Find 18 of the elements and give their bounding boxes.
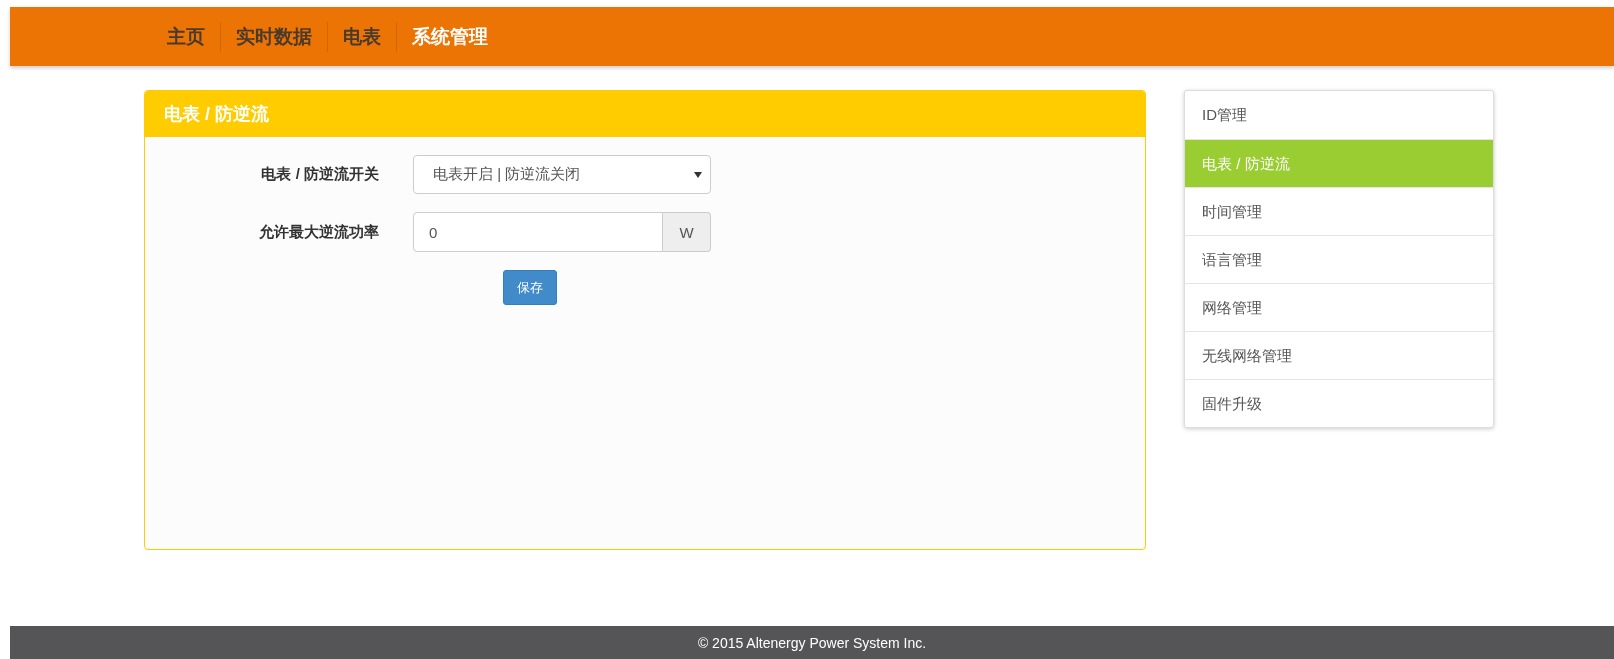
field-label: 允许最大逆流功率 [258,222,380,242]
copyright-text: © 2015 Altenergy Power System Inc. [697,634,927,651]
nav-tab[interactable]: 主页 [152,21,220,52]
nav-tab[interactable]: 实时数据 [221,21,327,52]
sidebar-item[interactable]: 网络管理 [1185,283,1493,331]
sidebar-item[interactable]: 时间管理 [1185,187,1493,235]
nav-tab[interactable]: 电表 [328,21,396,52]
caret-icon [694,171,702,178]
sidebar-item[interactable]: 无线网络管理 [1185,331,1493,379]
field-label: 电表 / 防逆流开关 [260,165,380,184]
unit-label: W [663,212,711,252]
dropdown[interactable]: 电表开启 | 防逆流关闭 [413,155,711,194]
save-button[interactable]: 保存 [503,270,557,305]
panel-title: 电表 / 防逆流 [145,91,1145,137]
sidebar-item[interactable]: 固件升级 [1185,379,1493,427]
input-field[interactable]: 0 [413,212,663,252]
sidebar-item[interactable]: ID管理 [1185,91,1493,139]
sidebar-item[interactable]: 语言管理 [1185,235,1493,283]
